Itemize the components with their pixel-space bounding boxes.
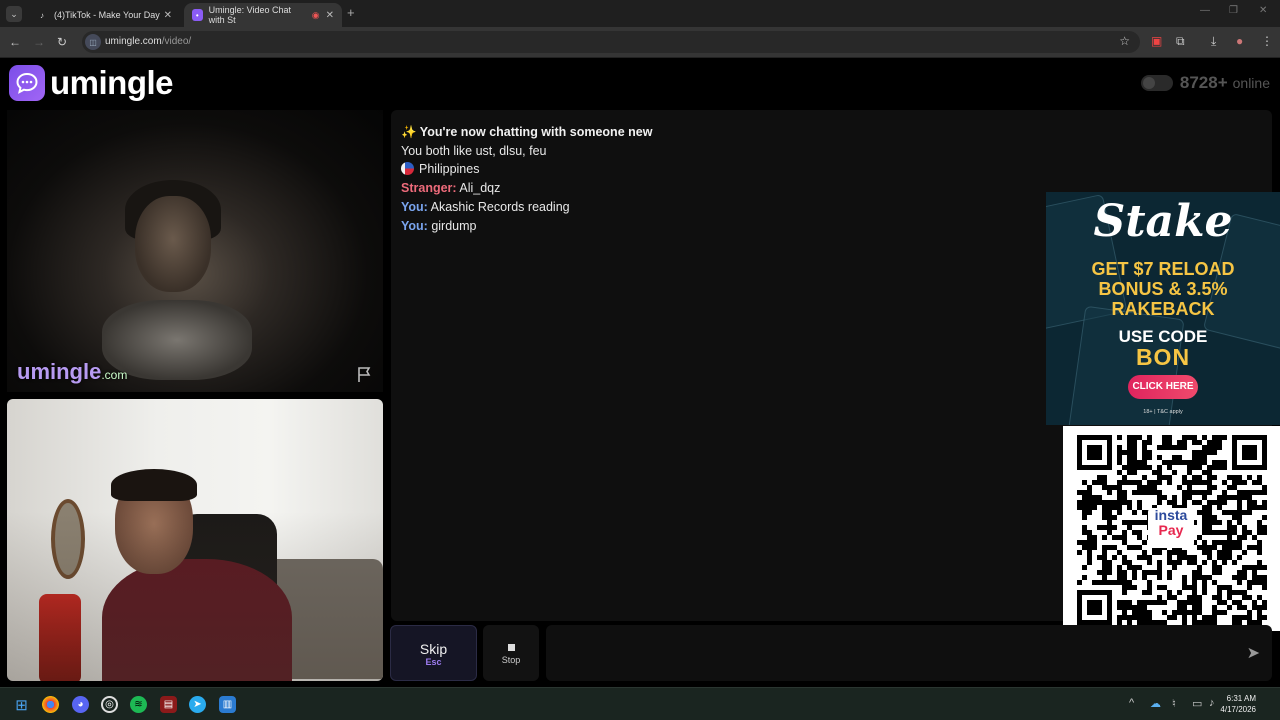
downloads-icon[interactable]: ⤓ bbox=[1211, 34, 1216, 49]
video-shading bbox=[7, 399, 383, 681]
site-info-icon[interactable]: ◫ bbox=[85, 34, 101, 50]
window-close-icon[interactable]: ✕ bbox=[1259, 5, 1267, 16]
online-count: 8728+ bbox=[1179, 73, 1228, 92]
spotify-icon[interactable]: ≋ bbox=[130, 696, 147, 713]
clock-time: 6:31 AM bbox=[1226, 694, 1256, 703]
stranger-face bbox=[135, 196, 211, 292]
windows-start-icon[interactable]: ⊞ bbox=[13, 696, 30, 714]
chat-message: Stranger: Ali_dqz bbox=[401, 179, 652, 198]
reload-icon[interactable]: ↻ bbox=[57, 35, 67, 49]
extension-badge-icon[interactable]: ▣ bbox=[1151, 34, 1162, 48]
online-label: online bbox=[1232, 75, 1270, 91]
instapay-logo-line: Pay bbox=[1158, 522, 1184, 538]
umingle-page: umingle 8728+ online umingle.com ✨ You'r… bbox=[0, 58, 1280, 687]
watermark-suffix: .com bbox=[101, 368, 128, 382]
display-icon[interactable]: ▭ bbox=[1192, 697, 1202, 710]
system-clock[interactable]: 6:31 AM 4/17/2026 bbox=[1220, 693, 1256, 715]
interests-message: You both like ust, dlsu, feu bbox=[401, 143, 547, 158]
omnibox[interactable]: ◫ umingle.com/video/ ☆ bbox=[82, 31, 1140, 53]
discord-icon[interactable]: ◕ bbox=[72, 696, 89, 713]
message-speaker: You: bbox=[401, 218, 428, 233]
maximize-icon[interactable]: ❐ bbox=[1229, 5, 1238, 16]
new-tab-button[interactable]: + bbox=[347, 5, 355, 20]
chat-bubble-logo-icon bbox=[9, 65, 45, 101]
message-input[interactable]: ➤ bbox=[546, 625, 1272, 681]
promo-code: BON bbox=[1135, 344, 1191, 370]
browser-tab-strip: ⌄ ♪ (4)TikTok - Make Your Day ✕ • Umingl… bbox=[0, 0, 1280, 27]
chat-log: ✨ You're now chatting with someone new Y… bbox=[401, 123, 652, 235]
back-icon[interactable]: ← bbox=[9, 35, 21, 49]
tray-overflow-icon[interactable]: ^ bbox=[1129, 697, 1134, 709]
url-host: umingle.com bbox=[105, 36, 162, 47]
tab-tiktok[interactable]: ♪ (4)TikTok - Make Your Day ✕ bbox=[28, 3, 180, 27]
headline-line: BONUS & 3.5% bbox=[1098, 279, 1228, 299]
tab-umingle[interactable]: • Umingle: Video Chat with St ◉ ✕ bbox=[184, 3, 342, 27]
report-flag-icon[interactable] bbox=[356, 366, 374, 384]
volume-icon[interactable]: ♪ bbox=[1209, 697, 1215, 709]
watermark-main: umingle bbox=[17, 359, 102, 384]
network-cloud-icon[interactable]: ☁ bbox=[1150, 697, 1161, 710]
bookmark-star-icon[interactable]: ☆ bbox=[1119, 34, 1130, 48]
chrome-icon[interactable] bbox=[42, 696, 59, 713]
app-red-icon[interactable]: ▤ bbox=[160, 696, 177, 713]
stake-headline: GET $7 RELOAD BONUS & 3.5% RAKEBACK bbox=[1046, 259, 1280, 319]
message-text: Akashic Records reading bbox=[430, 199, 570, 214]
clock-date: 4/17/2026 bbox=[1220, 705, 1256, 714]
headline-line: GET $7 RELOAD bbox=[1091, 259, 1235, 279]
self-video bbox=[7, 399, 383, 681]
tab-close-icon[interactable]: ✕ bbox=[326, 10, 334, 21]
message-speaker: Stranger: bbox=[401, 181, 457, 196]
philippines-flag-icon bbox=[401, 162, 414, 176]
telegram-icon[interactable]: ➤ bbox=[189, 696, 206, 713]
message-text: girdump bbox=[431, 218, 477, 233]
online-counter: 8728+ online bbox=[1140, 73, 1270, 93]
chat-message: You: girdump bbox=[401, 217, 652, 236]
menu-kebab-icon[interactable]: ⋮ bbox=[1261, 34, 1273, 48]
tab-title: Umingle: Video Chat with St bbox=[208, 5, 292, 25]
stop-icon bbox=[507, 644, 515, 651]
skip-button[interactable]: Skip Esc bbox=[390, 625, 477, 681]
stop-label: Stop bbox=[501, 655, 521, 665]
country-name: Philippines bbox=[419, 162, 480, 177]
stranger-video: umingle.com bbox=[7, 110, 383, 392]
url-path: /video/ bbox=[161, 36, 192, 47]
tab-search-dropdown-icon[interactable]: ⌄ bbox=[6, 6, 22, 22]
extensions-puzzle-icon[interactable]: ⧉ bbox=[1176, 34, 1185, 49]
address-toolbar: ← → ↻ ◫ umingle.com/video/ ☆ ▣ ⧉ ⤓ ● ⋮ bbox=[0, 27, 1280, 58]
instapay-qr-ad[interactable]: insta Pay bbox=[1063, 426, 1280, 631]
skip-shortcut: Esc bbox=[425, 657, 442, 667]
umingle-favicon-icon: • bbox=[192, 9, 203, 21]
click-here-button[interactable]: CLICK HERE bbox=[1128, 375, 1198, 399]
country-line: Philippines bbox=[401, 160, 652, 179]
profile-avatar-icon[interactable]: ● bbox=[1236, 34, 1243, 48]
obs-icon[interactable]: ◎ bbox=[101, 696, 118, 713]
stake-logo: Stake bbox=[1093, 196, 1233, 247]
notepad-icon[interactable]: ▥ bbox=[219, 696, 236, 713]
windows-taskbar: ⊞ ◕ ◎ ≋ ▤ ➤ ▥ ^ ☁ ♮ ▭ ♪ 6:31 AM 4/17/202… bbox=[0, 687, 1280, 720]
message-text: Ali_dqz bbox=[459, 181, 501, 196]
instapay-logo-line: insta bbox=[1154, 507, 1188, 523]
skip-label: Skip bbox=[419, 641, 448, 657]
tab-close-icon[interactable]: ✕ bbox=[164, 10, 172, 21]
chat-message: You: Akashic Records reading bbox=[401, 198, 652, 217]
send-icon[interactable]: ➤ bbox=[1247, 643, 1260, 663]
forward-icon[interactable]: → bbox=[33, 35, 45, 49]
microphone-icon[interactable]: ♮ bbox=[1172, 697, 1176, 710]
online-toggle[interactable] bbox=[1140, 75, 1173, 91]
fine-print: 18+ | T&C apply bbox=[1143, 409, 1183, 415]
video-watermark: umingle.com bbox=[17, 359, 127, 385]
system-message: ✨ You're now chatting with someone new bbox=[401, 125, 653, 139]
url-text[interactable]: umingle.com/video/ bbox=[105, 36, 191, 47]
tab-title: (4)TikTok - Make Your Day bbox=[54, 10, 160, 20]
instapay-logo: insta Pay bbox=[1148, 508, 1194, 548]
minimize-icon[interactable]: — bbox=[1200, 5, 1210, 16]
message-speaker: You: bbox=[401, 199, 428, 214]
logo-text: umingle bbox=[50, 64, 174, 101]
tiktok-favicon-icon: ♪ bbox=[40, 10, 44, 20]
recording-indicator-icon: ◉ bbox=[311, 9, 320, 20]
site-logo[interactable]: umingle bbox=[9, 64, 174, 102]
stake-ad[interactable]: Stake GET $7 RELOAD BONUS & 3.5% RAKEBAC… bbox=[1046, 192, 1280, 425]
headline-line: RAKEBACK bbox=[1111, 299, 1215, 319]
stop-button[interactable]: Stop bbox=[483, 625, 539, 681]
